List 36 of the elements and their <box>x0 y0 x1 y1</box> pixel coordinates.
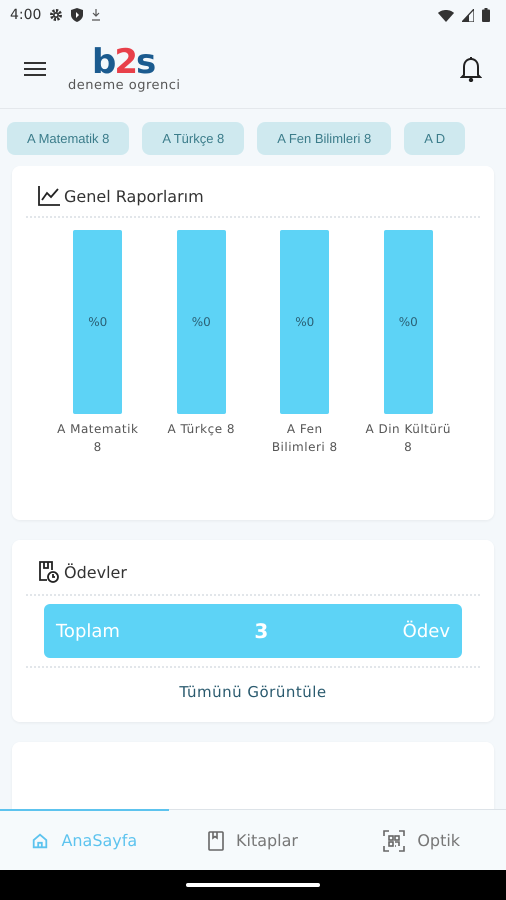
clipboard-clock-icon <box>38 560 60 584</box>
report-bar: %0 <box>280 230 330 414</box>
battery-icon <box>482 8 490 22</box>
line-chart-icon <box>38 186 60 206</box>
menu-icon[interactable] <box>24 61 46 77</box>
subject-chip[interactable]: A D <box>404 122 466 155</box>
report-bar: %0 <box>176 230 226 414</box>
subject-chip[interactable]: A Türkçe 8 <box>142 122 244 155</box>
total-unit: Ödev <box>402 620 450 642</box>
card-title: Genel Raporlarım <box>64 186 204 206</box>
user-name: deneme ogrenci <box>68 78 181 92</box>
nav-tab[interactable]: Optik <box>337 809 506 870</box>
download-icon <box>91 8 102 22</box>
report-bar: %0 <box>73 230 122 414</box>
qr-scan-icon <box>383 830 406 852</box>
view-all-link[interactable]: Tümünü Görüntüle <box>173 682 333 702</box>
bar-label: A Matematik 8 <box>56 421 140 456</box>
signal-icon <box>462 8 474 22</box>
bar-label: A Din Kültürü 8 <box>364 421 452 456</box>
book-icon <box>208 830 224 850</box>
shield-icon <box>71 8 84 22</box>
subject-chip[interactable]: A Fen Bilimleri 8 <box>257 122 392 155</box>
bar-label: A Türkçe 8 <box>167 421 236 438</box>
total-count: 3 <box>254 619 268 643</box>
report-bar: %0 <box>384 230 433 414</box>
nav-tab[interactable]: Kitaplar <box>168 809 338 870</box>
total-label: Toplam <box>56 620 120 642</box>
home-icon <box>31 832 50 850</box>
gear-icon <box>49 8 64 22</box>
logo: b2s <box>92 46 154 78</box>
card-title: Ödevler <box>64 562 127 582</box>
bell-icon[interactable] <box>460 56 482 82</box>
wifi-icon <box>438 8 454 22</box>
bar-label: A Fen Bilimleri 8 <box>270 421 339 456</box>
subject-chip[interactable]: A Matematik 8 <box>7 122 130 155</box>
status-time: 4:00 <box>10 7 42 23</box>
